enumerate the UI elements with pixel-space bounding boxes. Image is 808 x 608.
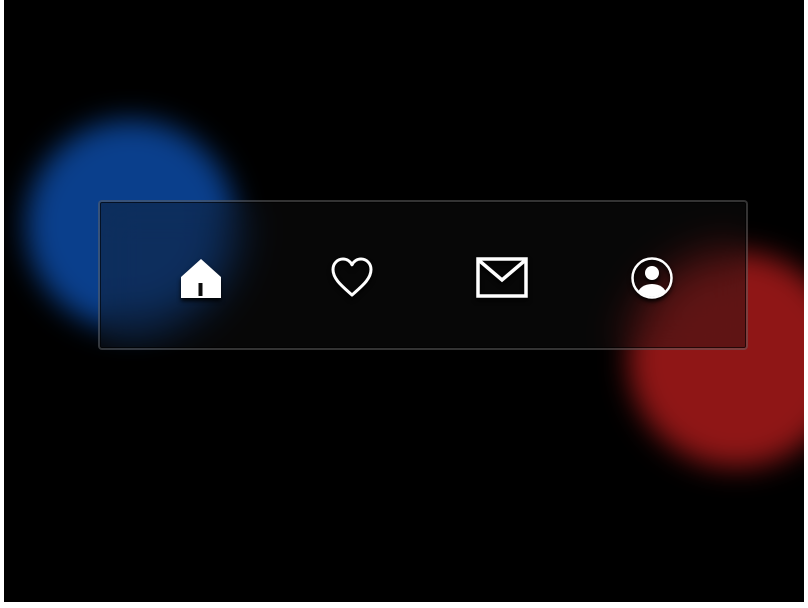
mail-icon bbox=[476, 257, 528, 298]
nav-profile-button[interactable] bbox=[624, 250, 680, 306]
nav-favorites-button[interactable] bbox=[324, 250, 380, 306]
user-circle-icon bbox=[631, 257, 673, 299]
glass-nav-bar bbox=[98, 200, 748, 350]
home-icon bbox=[181, 259, 221, 298]
nav-messages-button[interactable] bbox=[474, 250, 530, 306]
nav-home-button[interactable] bbox=[173, 250, 229, 306]
heart-icon bbox=[331, 257, 373, 297]
app-background bbox=[4, 0, 804, 602]
